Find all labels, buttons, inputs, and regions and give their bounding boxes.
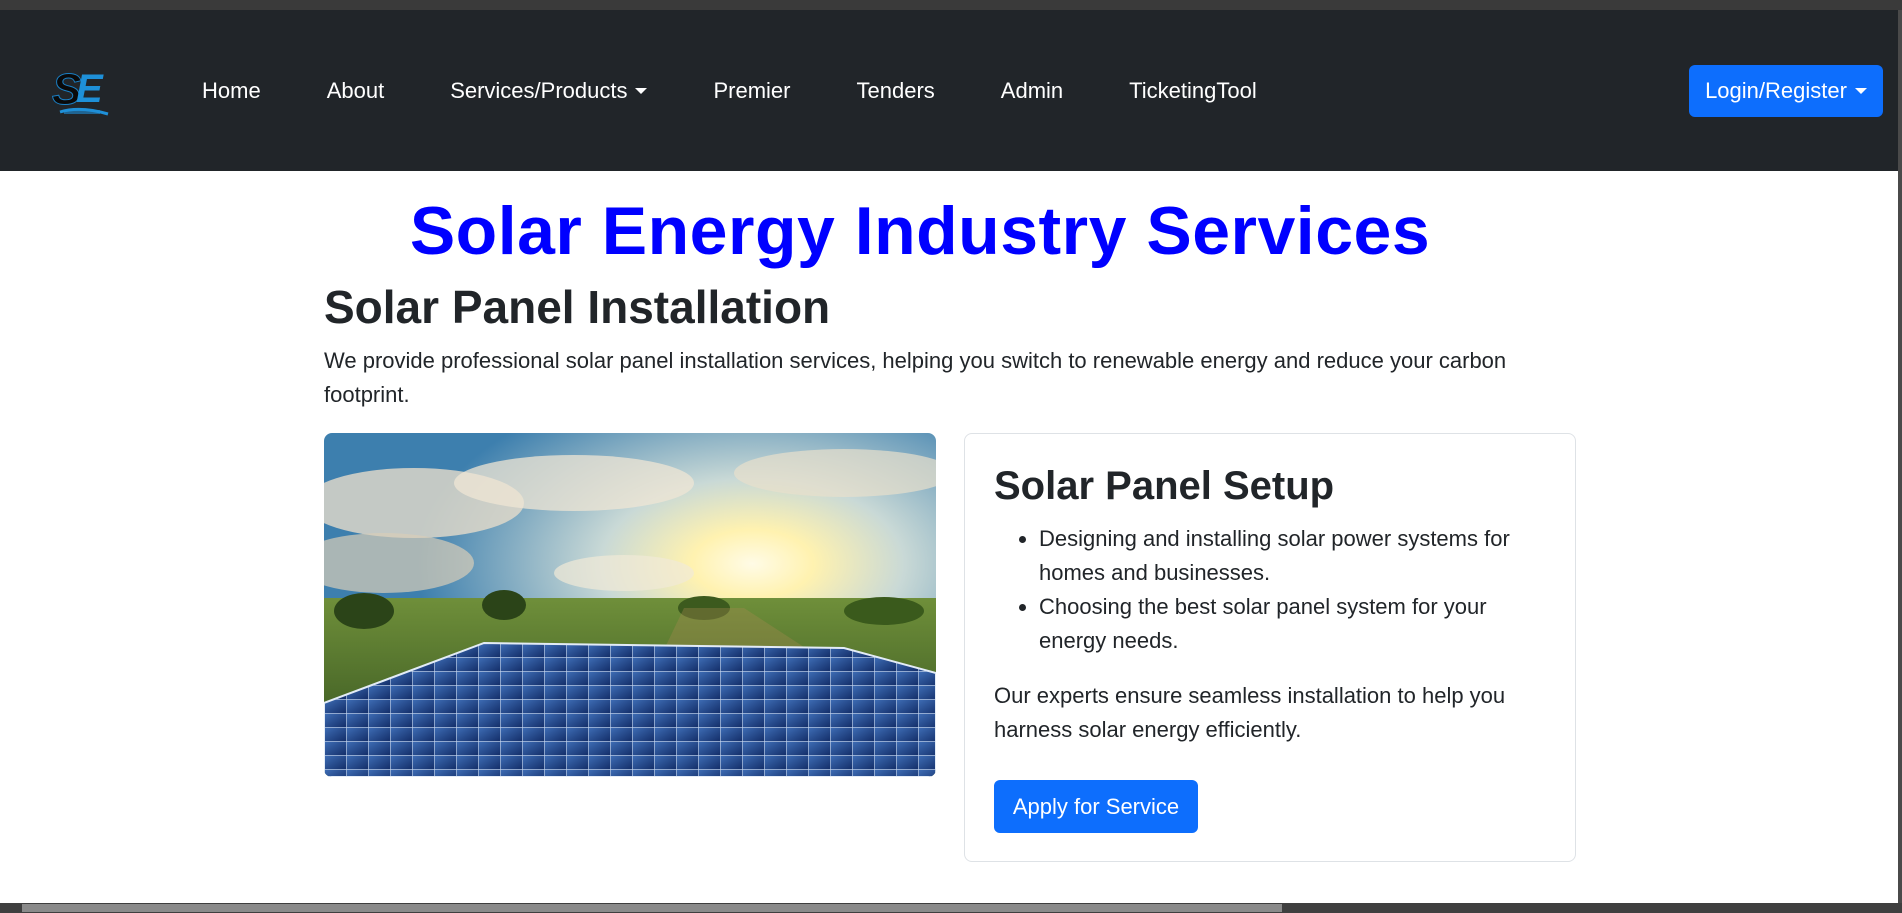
card-title: Solar Panel Setup xyxy=(994,464,1335,508)
section-description: We provide professional solar panel inst… xyxy=(324,348,1507,407)
nav-admin-label: Admin xyxy=(1000,77,1064,103)
nav-premier-label: Premier xyxy=(713,77,791,103)
nav-admin-link[interactable]: Admin xyxy=(968,78,1096,104)
nav-tenders-link[interactable]: Tenders xyxy=(824,78,968,104)
service-card: Solar Panel Setup Designing and installi… xyxy=(964,433,1576,862)
card-bullet-list: Designing and installing solar power sys… xyxy=(1039,522,1549,658)
horizontal-scrollbar-thumb[interactable] xyxy=(22,904,1282,912)
list-item: Designing and installing solar power sys… xyxy=(1039,522,1549,590)
nav-about-link[interactable]: About xyxy=(294,78,418,104)
login-register-dropdown-button[interactable]: Login/Register xyxy=(1689,65,1883,117)
nav-services-label: Services/Products xyxy=(450,77,628,103)
login-register-label: Login/Register xyxy=(1705,78,1847,103)
section-title: Solar Panel Installation xyxy=(324,281,831,333)
list-item: Choosing the best solar panel system for… xyxy=(1039,590,1549,658)
nav-links: Home About Services/Products Premier Ten… xyxy=(169,10,1290,171)
card-description: Our experts ensure seamless installation… xyxy=(994,683,1506,742)
nav-premier-link[interactable]: Premier xyxy=(680,78,823,104)
page-title: Solar Energy Industry Services xyxy=(409,193,1431,269)
window-top-strip xyxy=(0,0,1902,10)
nav-ticketingtool-link[interactable]: TicketingTool xyxy=(1096,78,1290,104)
brand-logo-icon[interactable]: S E xyxy=(50,62,112,122)
solar-panels-image xyxy=(324,433,936,777)
nav-services-dropdown[interactable]: Services/Products xyxy=(417,78,680,104)
chevron-down-icon xyxy=(1854,88,1867,94)
nav-about-label: About xyxy=(326,77,385,103)
nav-home-link[interactable]: Home xyxy=(169,78,294,104)
chevron-down-icon xyxy=(635,87,648,94)
nav-ticketingtool-label: TicketingTool xyxy=(1129,77,1257,103)
svg-text:E: E xyxy=(76,67,104,111)
apply-for-service-button[interactable]: Apply for Service xyxy=(994,780,1198,833)
nav-tenders-label: Tenders xyxy=(856,77,935,103)
nav-home-label: Home xyxy=(202,77,261,103)
top-navbar: S E Home About Services/Products Premier… xyxy=(0,10,1898,171)
window-right-border xyxy=(1898,10,1902,903)
